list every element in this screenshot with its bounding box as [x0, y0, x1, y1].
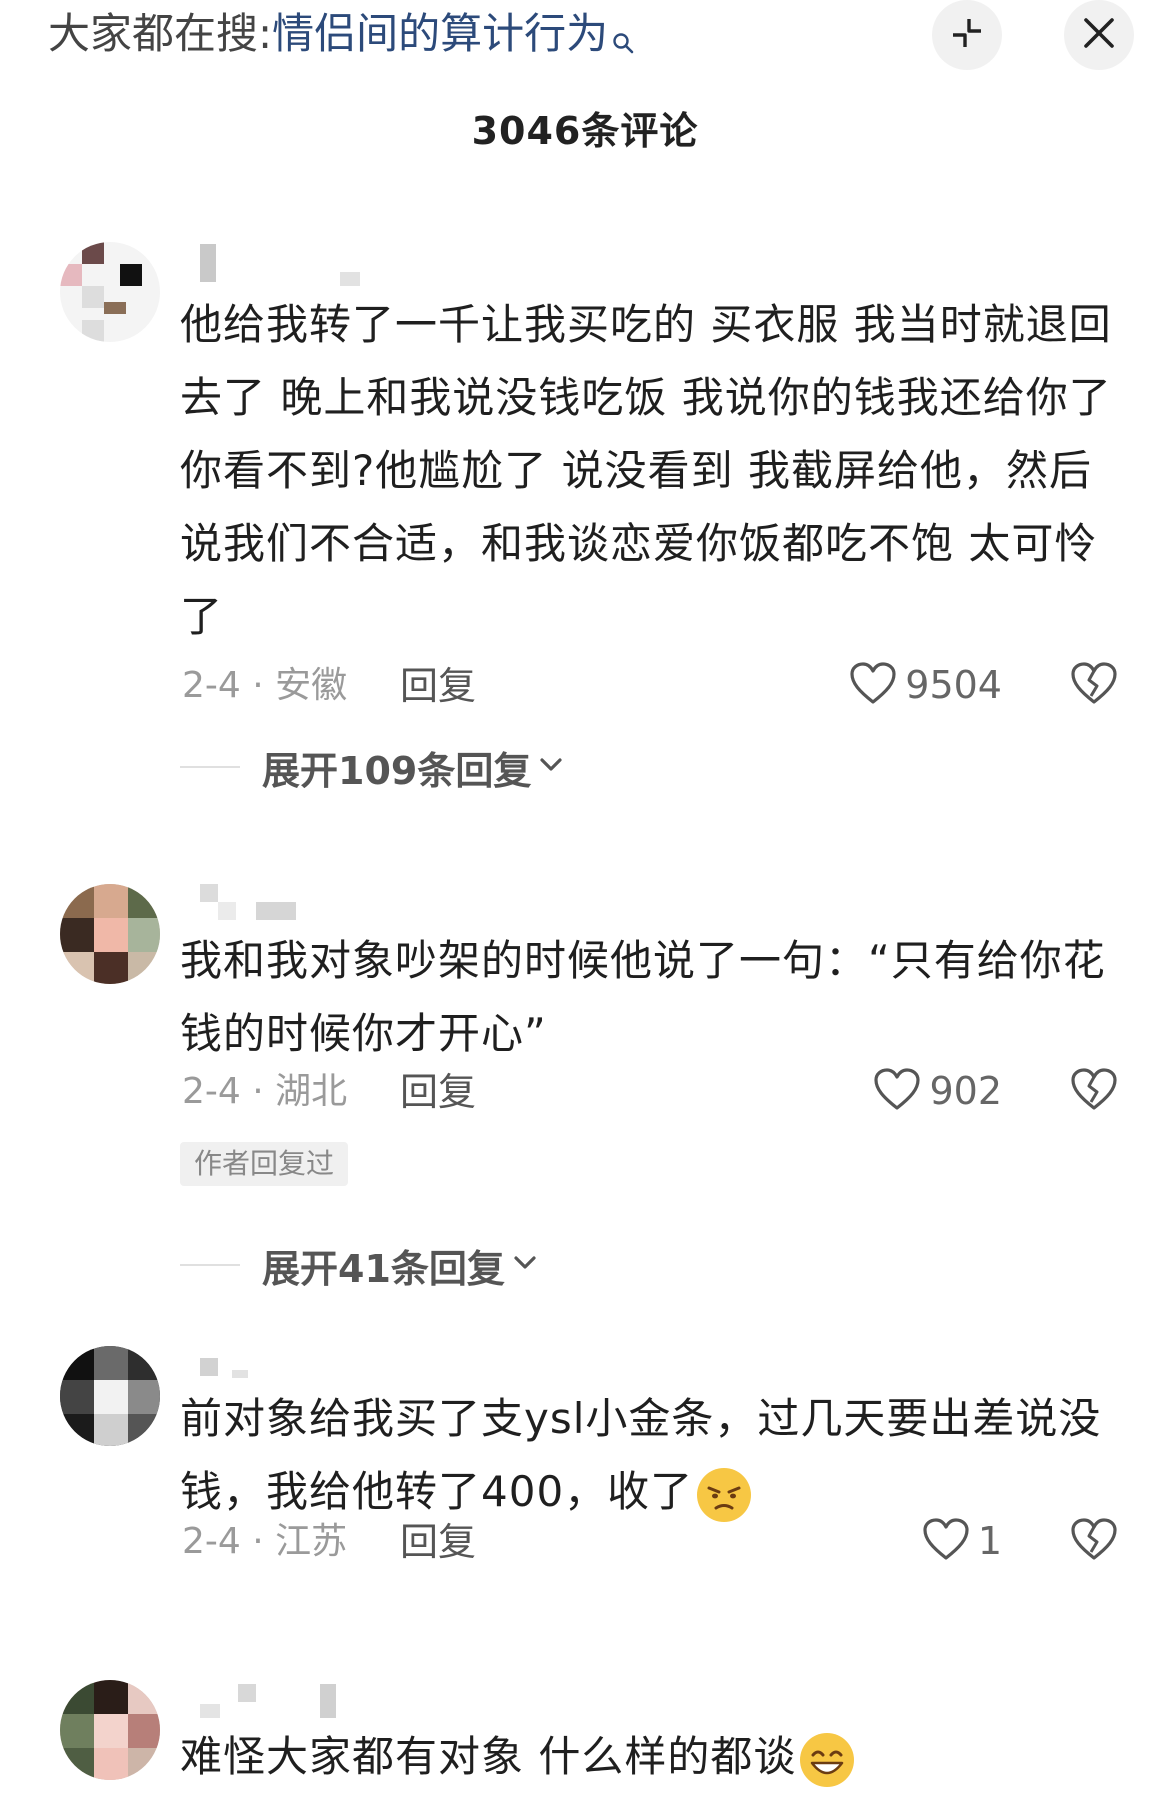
grinning-face-emoji-icon [800, 1732, 855, 1787]
chevron-down-icon [539, 757, 563, 777]
comment-text: 他给我转了一千让我买吃的 买衣服 我当时就退回去了 晚上和我说没钱吃饭 我说你的… [180, 300, 1112, 641]
collapse-icon [947, 13, 987, 57]
chevron-down-icon [513, 1255, 537, 1275]
reply-button[interactable]: 回复 [400, 664, 476, 708]
username[interactable] [200, 244, 400, 286]
username[interactable] [200, 1684, 400, 1724]
search-suggestion-prefix: 大家都在搜: [48, 9, 273, 58]
comment-text-body: 难怪大家都有对象 什么样的都谈 [180, 1732, 797, 1781]
avatar[interactable] [60, 1346, 160, 1446]
comment-text-body: 前对象给我买了支ysl小金条，过几天要出差说没钱，我给他转了400，收了 [180, 1394, 1102, 1516]
close-icon [1081, 15, 1117, 55]
comment-count-title: 3046条评论 [471, 109, 699, 153]
broken-heart-icon [1070, 1068, 1118, 1116]
like-button[interactable]: 1 [922, 1516, 1002, 1566]
like-count: 902 [929, 1069, 1002, 1113]
broken-heart-icon [1070, 1518, 1118, 1566]
avatar[interactable] [60, 242, 160, 342]
divider [180, 766, 240, 768]
comment-item: 他给我转了一千让我买吃的 买衣服 我当时就退回去了 晚上和我说没钱吃饭 我说你的… [0, 230, 1170, 793]
expand-replies[interactable]: 展开41条回复 [180, 1240, 537, 1291]
comment-text: 我和我对象吵架的时候他说了一句：“只有给你花钱的时候你才开心” [180, 936, 1106, 1058]
comment-meta: 2-4 · 安徽 [182, 665, 348, 706]
top-bar: 大家都在搜:情侣间的算计行为 [0, 0, 1170, 80]
heart-icon [873, 1067, 921, 1115]
divider [180, 1264, 240, 1266]
reply-button[interactable]: 回复 [400, 1520, 476, 1564]
author-replied-badge: 作者回复过 [180, 1142, 349, 1186]
dislike-button[interactable] [1070, 1066, 1120, 1116]
close-button[interactable] [1064, 0, 1134, 70]
avatar[interactable] [60, 1680, 160, 1780]
heart-icon [922, 1517, 970, 1565]
avatar[interactable] [60, 884, 160, 984]
like-button[interactable]: 9504 [849, 660, 1002, 710]
reply-button[interactable]: 回复 [400, 1070, 476, 1114]
comment-text: 前对象给我买了支ysl小金条，过几天要出差说没钱，我给他转了400，收了 [180, 1382, 1120, 1528]
search-suggestion[interactable]: 大家都在搜:情侣间的算计行为 [48, 6, 634, 68]
like-count: 1 [977, 1519, 1002, 1563]
dislike-button[interactable] [1070, 1516, 1120, 1566]
expand-replies-label: 展开41条回复 [262, 1246, 505, 1291]
comment-item: 前对象给我买了支ysl小金条，过几天要出差说没钱，我给他转了400，收了 2-4… [0, 1342, 1170, 1632]
username[interactable] [200, 884, 400, 924]
comment-item: 难怪大家都有对象 什么样的都谈 [0, 1680, 1170, 1788]
comment-text: 难怪大家都有对象 什么样的都谈 [180, 1720, 1120, 1793]
search-suggestion-term[interactable]: 情侣间的算计行为 [272, 9, 608, 58]
broken-heart-icon [1070, 662, 1118, 710]
dislike-button[interactable] [1070, 660, 1120, 710]
comment-meta: 2-4 · 江苏 [182, 1521, 348, 1562]
heart-icon [849, 661, 897, 709]
collapse-button[interactable] [932, 0, 1002, 70]
expand-replies[interactable]: 展开109条回复 [180, 742, 563, 793]
like-button[interactable]: 902 [873, 1066, 1002, 1116]
search-icon [612, 12, 634, 68]
comment-item: 我和我对象吵架的时候他说了一句：“只有给你花钱的时候你才开心” 2-4 · 湖北… [0, 878, 1170, 1291]
like-count: 9504 [905, 663, 1002, 707]
annoyed-face-emoji-icon [697, 1467, 752, 1522]
expand-replies-label: 展开109条回复 [262, 748, 532, 793]
comment-meta: 2-4 · 湖北 [182, 1071, 348, 1112]
